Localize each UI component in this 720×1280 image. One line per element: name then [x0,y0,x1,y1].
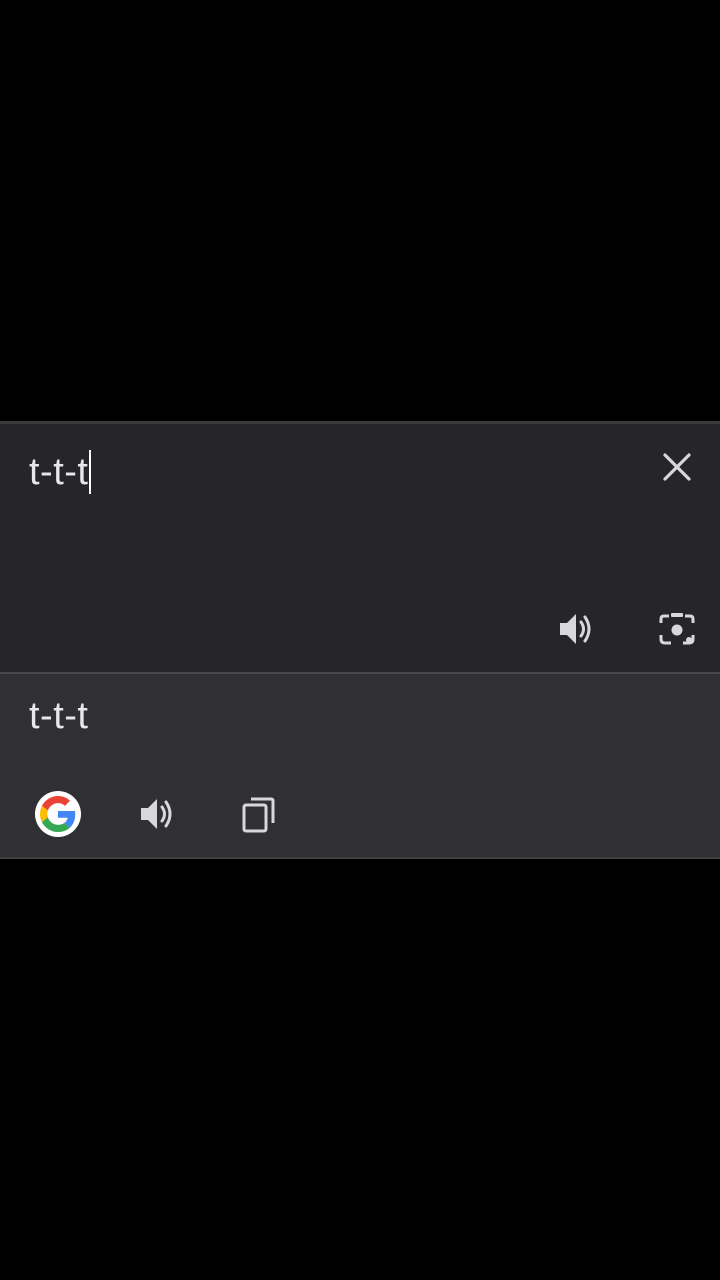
copy-button[interactable] [234,790,282,838]
result-panel [0,674,720,857]
text-caret [89,450,92,494]
google-search-button[interactable] [35,791,81,837]
lens-camera-icon [659,613,695,645]
source-speak-button[interactable] [552,605,600,653]
screen: t-t-t t-t-t [0,0,720,1280]
source-panel [0,424,720,672]
bottom-divider [0,857,720,859]
close-icon [663,453,691,481]
result-speak-button[interactable] [133,790,181,838]
source-input[interactable]: t-t-t [29,448,92,496]
copy-icon [242,797,275,833]
clear-button[interactable] [654,444,700,490]
source-input-text: t-t-t [29,450,89,493]
speaker-icon [141,799,172,829]
translation-result: t-t-t [29,694,89,737]
camera-button[interactable] [653,605,701,653]
google-logo-icon [40,796,76,832]
speaker-icon [560,614,591,644]
